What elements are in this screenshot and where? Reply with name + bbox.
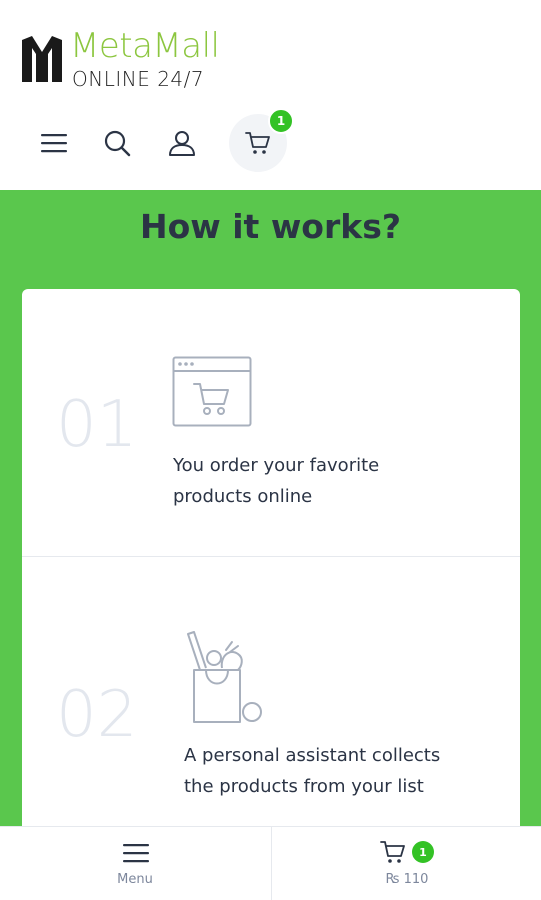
- account-button[interactable]: [153, 108, 211, 178]
- bottom-cart-total: ₨ 110: [385, 872, 429, 887]
- logo-tagline: ONLINE 24/7: [72, 67, 205, 91]
- browser-cart-icon: [172, 356, 252, 427]
- step-description: You order your favorite products online: [173, 450, 379, 512]
- step-text-line: products online: [173, 486, 313, 507]
- cart-count-badge: 1: [268, 108, 294, 134]
- section-title: How it works?: [139, 207, 401, 246]
- menu-button[interactable]: [25, 108, 83, 178]
- user-icon: [169, 131, 195, 156]
- step-description: A personal assistant collects the produc…: [184, 740, 440, 802]
- search-icon: [104, 130, 131, 157]
- step-text-line: You order your favorite: [173, 455, 380, 476]
- bottom-cart-count-badge: 1: [412, 841, 434, 863]
- bottom-cart-button[interactable]: ₨ 110: [272, 826, 541, 900]
- step-number: 02: [56, 678, 138, 752]
- cart-icon: [245, 132, 270, 154]
- bottom-menu-label: Menu: [117, 872, 153, 887]
- page: MetaMall ONLINE 24/7 1 How it works? 01 …: [0, 0, 541, 900]
- logo-mark-icon: [22, 36, 62, 82]
- search-button[interactable]: [88, 108, 146, 178]
- step-divider: [22, 556, 520, 557]
- menu-icon: [123, 844, 149, 863]
- logo-name: MetaMall: [70, 26, 220, 66]
- logo[interactable]: MetaMall ONLINE 24/7: [20, 24, 260, 92]
- grocery-bag-icon: [187, 631, 262, 723]
- step-number: 01: [56, 388, 138, 462]
- menu-icon: [41, 134, 67, 153]
- step-text-line: the products from your list: [184, 776, 424, 797]
- step-text-line: A personal assistant collects: [184, 745, 441, 766]
- bottom-menu-button[interactable]: Menu: [0, 826, 270, 900]
- cart-icon: [380, 841, 405, 863]
